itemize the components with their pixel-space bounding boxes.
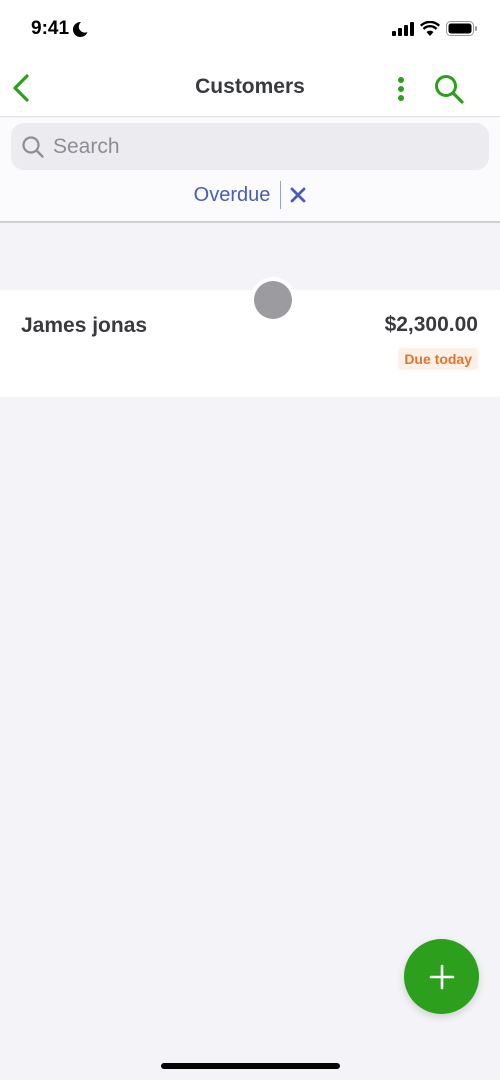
add-customer-button[interactable] — [404, 939, 479, 1014]
clear-filter-button[interactable] — [290, 187, 306, 203]
wifi-icon — [420, 21, 440, 36]
status-icons — [392, 21, 478, 36]
page-title: Customers — [195, 75, 305, 98]
search-field[interactable] — [11, 123, 489, 170]
customer-amount: $2,300.00 — [384, 313, 478, 336]
search-button[interactable] — [432, 73, 466, 105]
status-bar: 9:41 — [0, 0, 500, 60]
status-badge: Due today — [398, 348, 478, 370]
nav-bar: Customers — [0, 60, 500, 117]
more-options-button[interactable] — [393, 75, 409, 103]
home-indicator[interactable] — [161, 1063, 340, 1069]
filter-chip: Overdue — [0, 181, 500, 209]
battery-icon — [446, 21, 477, 36]
customer-row[interactable]: James jonas $2,300.00 Due today — [0, 290, 500, 397]
search-area: Overdue — [0, 118, 500, 223]
customer-name: James jonas — [21, 314, 148, 337]
status-time-text: 9:41 — [31, 18, 70, 39]
search-input[interactable] — [53, 134, 453, 159]
filter-label: Overdue — [193, 183, 271, 206]
close-icon — [290, 187, 306, 203]
moon-icon — [72, 21, 88, 37]
search-icon — [435, 75, 464, 104]
filter-divider — [280, 181, 282, 209]
more-vertical-icon — [398, 77, 404, 101]
plus-icon — [429, 964, 454, 989]
cellular-signal-icon — [392, 21, 414, 36]
touch-indicator — [254, 281, 292, 319]
search-icon — [22, 135, 44, 158]
status-time: 9:41 — [31, 18, 88, 40]
